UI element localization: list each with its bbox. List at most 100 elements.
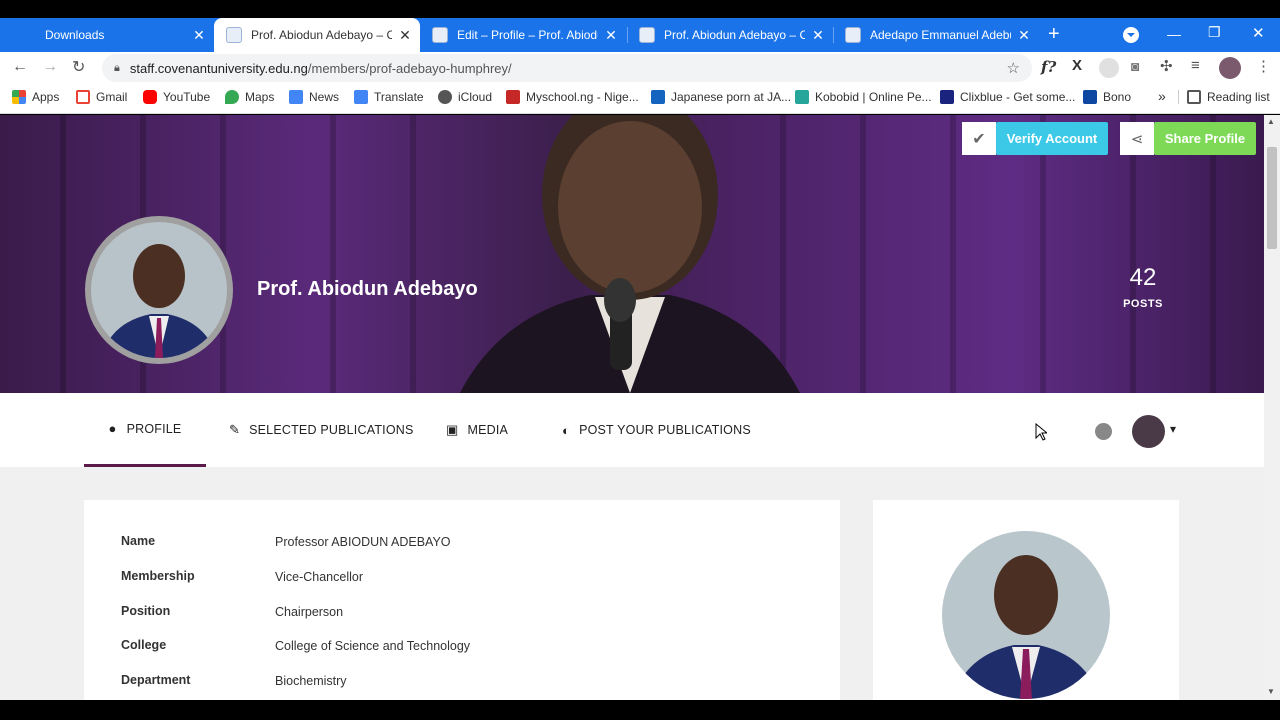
site-favicon-icon xyxy=(845,27,861,43)
scrollbar-thumb[interactable] xyxy=(1267,147,1277,249)
media-queue-icon[interactable]: ≡ xyxy=(1191,57,1200,74)
menu-kebab-icon[interactable]: ⋮ xyxy=(1256,57,1271,75)
bookmark-translate[interactable]: Translate xyxy=(354,90,424,104)
field-label: College xyxy=(121,638,167,652)
bookmark-apps[interactable]: Apps xyxy=(12,90,59,104)
tab-media[interactable]: ▣ MEDIA xyxy=(446,393,508,467)
new-tab-icon[interactable]: + xyxy=(1048,24,1060,44)
tab-search-icon[interactable] xyxy=(1123,27,1139,43)
field-label: Membership xyxy=(121,569,195,583)
close-icon[interactable]: ✕ xyxy=(1017,27,1031,44)
tab-profile[interactable]: ● PROFILE xyxy=(84,393,206,467)
tab-profile-active[interactable]: Prof. Abiodun Adebayo – Co ✕ xyxy=(214,18,420,52)
field-label: Name xyxy=(121,534,156,548)
profile-avatar[interactable] xyxy=(85,216,233,364)
verify-account-button[interactable]: Verify Account xyxy=(996,122,1108,155)
tab-selected-publications[interactable]: ✎ SELECTED PUBLICATIONS xyxy=(229,393,414,467)
bookmark-label: iCloud xyxy=(458,90,493,104)
page-scrollbar[interactable]: ▲ ▼ xyxy=(1264,115,1280,700)
bookmark-label: Kobobid | Online Pe... xyxy=(815,90,932,104)
share-profile-button[interactable]: Share Profile xyxy=(1154,122,1256,155)
x-extension-icon[interactable]: X xyxy=(1072,57,1082,74)
scroll-up-icon[interactable]: ▲ xyxy=(1267,117,1275,126)
formula-extension-icon[interactable]: f? xyxy=(1041,58,1056,76)
bookmark-label: Japanese porn at JA... xyxy=(671,90,792,104)
bookmark-label: Maps xyxy=(245,90,275,104)
tab-downloads[interactable]: Downloads ✕ xyxy=(8,18,214,52)
bookmark-myschool[interactable]: Myschool.ng - Nige... xyxy=(506,90,639,104)
star-icon[interactable]: ☆ xyxy=(1007,59,1020,77)
close-icon[interactable]: ✕ xyxy=(811,27,825,44)
site-favicon-icon xyxy=(639,27,655,43)
bookmark-label: Gmail xyxy=(96,90,128,104)
address-bar[interactable]: 🔒︎ staff.covenantuniversity.edu.ng/membe… xyxy=(102,54,1032,82)
bookmark-gmail[interactable]: Gmail xyxy=(76,90,127,104)
bookmarks-overflow-icon[interactable]: » xyxy=(1158,88,1166,104)
field-label: Position xyxy=(121,604,171,618)
bookmark-icloud[interactable]: iCloud xyxy=(438,90,492,104)
restore-icon[interactable]: ❐ xyxy=(1208,24,1221,41)
reading-list-button[interactable]: Reading list xyxy=(1178,90,1270,104)
bookmark-bono[interactable]: Bono xyxy=(1083,90,1131,104)
field-value: Chairperson xyxy=(275,605,344,619)
tab-adedapo[interactable]: Adedapo Emmanuel Adebus ✕ xyxy=(833,18,1039,52)
tab-edit-profile[interactable]: Edit – Profile – Prof. Abiodun ✕ xyxy=(420,18,626,52)
tab-post-publications[interactable]: ◐ POST YOUR PUBLICATIONS xyxy=(562,393,751,467)
tab-title: Downloads xyxy=(45,28,105,42)
tab-profile-2[interactable]: Prof. Abiodun Adebayo – Co ✕ xyxy=(627,18,833,52)
lock-icon: 🔒︎ xyxy=(114,61,120,74)
tab-title: Edit – Profile – Prof. Abiodun xyxy=(457,28,598,42)
images-icon: ▣ xyxy=(446,422,459,437)
news-icon xyxy=(289,90,303,104)
tab-title: Prof. Abiodun Adebayo – Co xyxy=(664,28,805,42)
youtube-icon xyxy=(143,90,157,104)
reading-list-icon xyxy=(1187,90,1201,104)
bookmark-clixblue[interactable]: Clixblue - Get some... xyxy=(940,90,1075,104)
reload-icon[interactable]: ↻ xyxy=(72,57,85,77)
profile-photo-card xyxy=(873,500,1179,700)
profile-photo-image xyxy=(942,531,1110,699)
bookmark-site[interactable]: Japanese porn at JA... xyxy=(651,90,791,104)
posts-label: POSTS xyxy=(1123,298,1163,310)
bookmark-maps[interactable]: Maps xyxy=(225,90,274,104)
url-path: /members/prof-adebayo-humphrey/ xyxy=(307,60,512,76)
url-host: staff.covenantuniversity.edu.ng xyxy=(129,60,308,76)
close-window-icon[interactable]: ✕ xyxy=(1252,24,1265,42)
bookmarks-bar: Apps Gmail YouTube Maps News Translate i… xyxy=(0,84,1280,114)
user-menu-avatar[interactable] xyxy=(1132,415,1165,448)
profile-avatar-icon[interactable] xyxy=(1219,57,1241,79)
maps-icon xyxy=(225,90,239,104)
apps-grid-icon xyxy=(12,90,26,104)
profile-details-card: Name Professor ABIODUN ADEBAYO Membershi… xyxy=(84,500,840,700)
page-viewport: ✔ Verify Account ⋖ Share Profile Prof. A… xyxy=(0,115,1264,700)
close-icon[interactable]: ✕ xyxy=(398,27,412,44)
forward-icon[interactable]: → xyxy=(42,58,58,76)
scroll-down-icon[interactable]: ▼ xyxy=(1267,687,1275,696)
extensions-puzzle-icon[interactable]: ✣ xyxy=(1160,57,1173,75)
bookmark-kobobid[interactable]: Kobobid | Online Pe... xyxy=(795,90,932,104)
check-icon: ✔ xyxy=(962,122,996,155)
compass-extension-icon[interactable] xyxy=(1099,58,1119,78)
user-icon: ● xyxy=(108,421,117,436)
bookmark-news[interactable]: News xyxy=(289,90,339,104)
gmail-icon xyxy=(76,90,90,104)
profile-name: Prof. Abiodun Adebayo xyxy=(257,278,478,300)
close-icon[interactable]: ✕ xyxy=(604,27,618,44)
tab-publications-label: SELECTED PUBLICATIONS xyxy=(249,423,414,437)
back-icon[interactable]: ← xyxy=(12,58,28,76)
minimize-icon[interactable]: — xyxy=(1167,26,1181,42)
notifications-globe-icon[interactable] xyxy=(1095,423,1112,440)
bookmark-youtube[interactable]: YouTube xyxy=(143,90,210,104)
translate-icon xyxy=(354,90,368,104)
site-icon xyxy=(651,90,665,104)
field-value: Vice-Chancellor xyxy=(275,570,364,584)
avatar-photo-image xyxy=(91,222,227,358)
camera-extension-icon[interactable]: ◙ xyxy=(1131,58,1139,74)
field-label: Department xyxy=(121,673,191,687)
browser-tab-strip: Downloads ✕ Prof. Abiodun Adebayo – Co ✕… xyxy=(0,18,1280,52)
chevron-down-icon[interactable]: ▾ xyxy=(1170,422,1176,436)
tab-profile-label: PROFILE xyxy=(126,421,182,436)
globe-icon: ◐ xyxy=(562,422,571,438)
close-icon[interactable]: ✕ xyxy=(192,27,206,44)
bookmark-label: Bono xyxy=(1103,90,1132,104)
